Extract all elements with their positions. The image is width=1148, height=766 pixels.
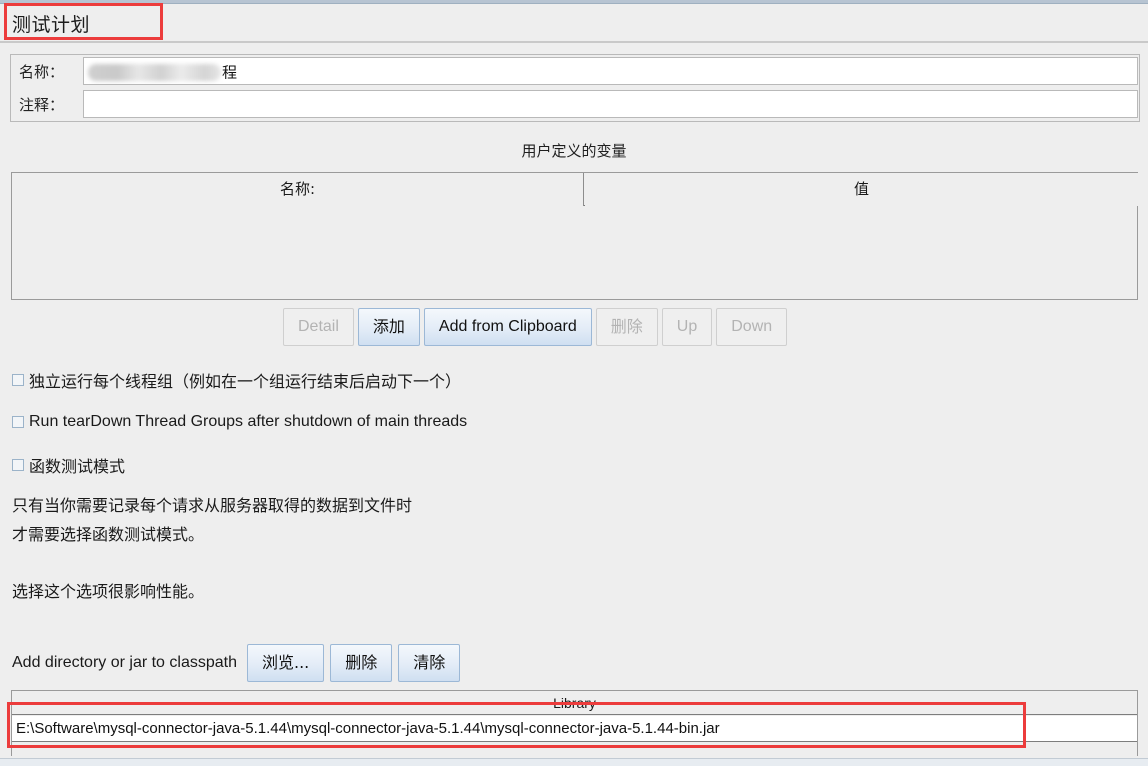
variable-action-buttons: Detail 添加 Add from Clipboard 删除 Up Down [283,308,788,346]
functional-mode-note-line-1: 只有当你需要记录每个请求从服务器取得的数据到文件时 [12,496,413,515]
comment-input[interactable] [83,90,1138,118]
functional-mode-note-line-2: 才需要选择函数测试模式。 [12,525,205,544]
name-label: 名称： [19,63,65,81]
name-value-tail: 程 [222,63,238,82]
checkbox-icon[interactable] [12,416,24,428]
add-from-clipboard-button[interactable]: Add from Clipboard [423,308,592,346]
performance-warning-note: 选择这个选项很影响性能。 [12,582,205,601]
add-button[interactable]: 添加 [357,308,420,346]
checkbox-run-teardown-thread-groups[interactable]: Run tearDown Thread Groups after shutdow… [12,410,467,434]
name-comment-block: 名称： 程 注释： [10,54,1140,122]
test-plan-panel: 测试计划 名称： 程 注释： 用户定义的变量 名称: 值 Detail 添加 A… [0,0,1148,766]
column-header-value[interactable]: 值 [585,173,1138,206]
checkbox-label: 独立运行每个线程组（例如在一个组运行结束后启动下一个） [29,372,462,391]
checkbox-icon[interactable] [12,459,24,471]
library-table: Library E:\Software\mysql-connector-java… [11,690,1138,757]
user-defined-variables-table: 名称: 值 [11,172,1138,300]
move-down-button[interactable]: Down [716,308,788,346]
column-header-name[interactable]: 名称: [12,173,584,206]
library-table-empty-area[interactable] [12,743,1137,757]
classpath-delete-button[interactable]: 删除 [330,644,393,682]
title-divider [0,41,1148,43]
classpath-row: Add directory or jar to classpath 浏览... … [12,643,461,683]
user-defined-variables-caption: 用户定义的变量 [521,142,627,160]
page-title: 测试计划 [12,14,91,36]
move-up-button[interactable]: Up [661,308,713,346]
detail-button[interactable]: Detail [283,308,354,346]
redacted-name-block [88,64,221,81]
window-bottom-strip [0,758,1148,766]
checkbox-label: Run tearDown Thread Groups after shutdow… [29,413,468,430]
checkbox-icon[interactable] [12,374,24,386]
name-row: 名称： 程 [11,56,1139,88]
comment-row: 注释： [11,89,1139,121]
library-column-header[interactable]: Library [12,691,1137,715]
checkbox-label: 函数测试模式 [29,457,126,476]
variables-table-body[interactable] [12,207,1137,299]
name-input[interactable]: 程 [83,57,1138,85]
checkbox-run-thread-groups-consecutively[interactable]: 独立运行每个线程组（例如在一个组运行结束后启动下一个） [12,368,461,392]
classpath-clear-button[interactable]: 清除 [398,644,461,682]
window-top-strip [0,0,1148,4]
checkbox-functional-test-mode[interactable]: 函数测试模式 [12,453,125,477]
title-row: 测试计划 [0,5,1148,41]
browse-button[interactable]: 浏览... [247,644,325,682]
delete-button[interactable]: 删除 [595,308,658,346]
classpath-label: Add directory or jar to classpath [12,654,237,671]
table-row[interactable]: E:\Software\mysql-connector-java-5.1.44\… [12,716,1137,742]
variables-table-header: 名称: 值 [12,173,1138,206]
comment-label: 注释： [19,96,65,114]
